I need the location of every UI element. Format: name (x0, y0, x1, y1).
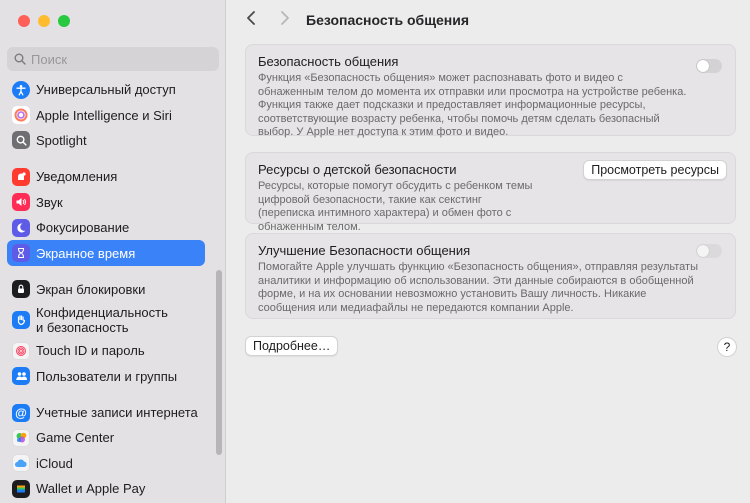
sidebar-item-lock-screen[interactable]: Экран блокировки (7, 277, 205, 302)
sidebar-item-label: Фокусирование (36, 220, 130, 236)
sidebar-item-privacy[interactable]: Конфиденциальность и безопасность (7, 302, 205, 338)
help-icon[interactable]: ? (717, 337, 737, 357)
sidebar-item-screen-time[interactable]: Экранное время (7, 240, 205, 266)
sidebar-item-label: Уведомления (36, 169, 118, 185)
spotlight-icon (12, 131, 30, 150)
card-description: Функция «Безопасность общения» может рас… (258, 72, 687, 139)
sidebar-item-accessibility[interactable]: Универсальный доступ (7, 77, 205, 102)
users-icon (12, 367, 30, 386)
sidebar-item-label: Конфиденциальность и безопасность (36, 305, 168, 336)
sidebar-item-internet-accounts[interactable]: @ Учетные записи интернета (7, 400, 205, 425)
icloud-icon (12, 454, 30, 473)
card-title: Улучшение Безопасности общения (258, 243, 471, 258)
sidebar-item-label: Wallet и Apple Pay (36, 481, 146, 497)
sidebar-item-label: Game Center (36, 430, 115, 446)
settings-window: Универсальный доступ Apple Intelligence … (0, 0, 750, 503)
sidebar-item-sound[interactable]: Звук (7, 190, 205, 215)
improve-safety-toggle[interactable] (696, 244, 722, 258)
screen-time-icon (12, 244, 30, 263)
sound-icon (12, 193, 30, 212)
sidebar-item-label: Звук (36, 194, 63, 210)
sidebar-item-label: Touch ID и пароль (36, 343, 145, 359)
sidebar-item-label: iCloud (36, 455, 73, 471)
content-pane: Безопасность общения Безопасность общени… (226, 0, 750, 503)
window-controls (18, 15, 70, 27)
search-field[interactable] (7, 47, 219, 71)
sidebar-item-focus[interactable]: Фокусирование (7, 215, 205, 240)
sidebar-item-game-center[interactable]: Game Center (7, 425, 205, 450)
sidebar-item-spotlight[interactable]: Spotlight (7, 128, 205, 153)
improve-safety-card: Улучшение Безопасности общения Помогайте… (245, 233, 736, 319)
card-description: Ресурсы, которые помогут обсудить с ребе… (258, 180, 533, 233)
card-description: Помогайте Apple улучшать функцию «Безопа… (258, 261, 699, 314)
toolbar: Безопасность общения (226, 0, 750, 42)
internet-accounts-icon: @ (12, 403, 30, 422)
sidebar-item-label: Spotlight (36, 132, 87, 148)
sidebar: Универсальный доступ Apple Intelligence … (0, 0, 226, 503)
sidebar-item-label: Экранное время (36, 245, 136, 261)
search-input[interactable] (31, 51, 201, 67)
search-icon (14, 53, 26, 65)
communication-safety-card: Безопасность общения Функция «Безопаснос… (245, 44, 736, 138)
accessibility-icon (12, 80, 30, 99)
focus-icon (12, 218, 30, 237)
sidebar-scrollbar[interactable] (216, 270, 222, 455)
sidebar-item-wallet[interactable]: Wallet и Apple Pay (7, 476, 205, 501)
privacy-hand-icon (12, 311, 30, 330)
child-safety-resources-card: Ресурсы о детской безопасности Ресурсы, … (245, 152, 736, 233)
wallet-icon (12, 479, 30, 498)
back-chevron-icon[interactable] (246, 10, 256, 31)
notifications-icon (12, 167, 30, 186)
sidebar-item-notifications[interactable]: Уведомления (7, 164, 205, 189)
game-center-icon (12, 428, 30, 447)
view-resources-button[interactable]: Просмотреть ресурсы (583, 160, 727, 180)
sidebar-item-apple-intelligence[interactable]: Apple Intelligence и Siri (7, 102, 205, 127)
sidebar-item-icloud[interactable]: iCloud (7, 451, 205, 476)
more-info-button[interactable]: Подробнее… (245, 336, 339, 356)
sidebar-item-label: Пользователи и группы (36, 368, 178, 384)
page-title: Безопасность общения (306, 12, 470, 28)
apple-intelligence-icon (12, 106, 30, 125)
close-button[interactable] (18, 15, 30, 27)
sidebar-item-label: Универсальный доступ (36, 82, 176, 98)
communication-safety-toggle[interactable] (696, 59, 722, 73)
touch-id-icon (12, 341, 30, 360)
sidebar-item-label: Apple Intelligence и Siri (36, 107, 172, 123)
lock-screen-icon (12, 280, 30, 299)
forward-chevron-icon[interactable] (280, 10, 290, 31)
sidebar-item-users[interactable]: Пользователи и группы (7, 364, 205, 389)
sidebar-item-touch-id[interactable]: Touch ID и пароль (7, 338, 205, 363)
zoom-button[interactable] (58, 15, 70, 27)
sidebar-item-label: Экран блокировки (36, 281, 146, 297)
minimize-button[interactable] (38, 15, 50, 27)
sidebar-nav: Универсальный доступ Apple Intelligence … (7, 77, 205, 501)
card-title: Безопасность общения (258, 54, 399, 69)
sidebar-item-label: Учетные записи интернета (36, 405, 198, 421)
